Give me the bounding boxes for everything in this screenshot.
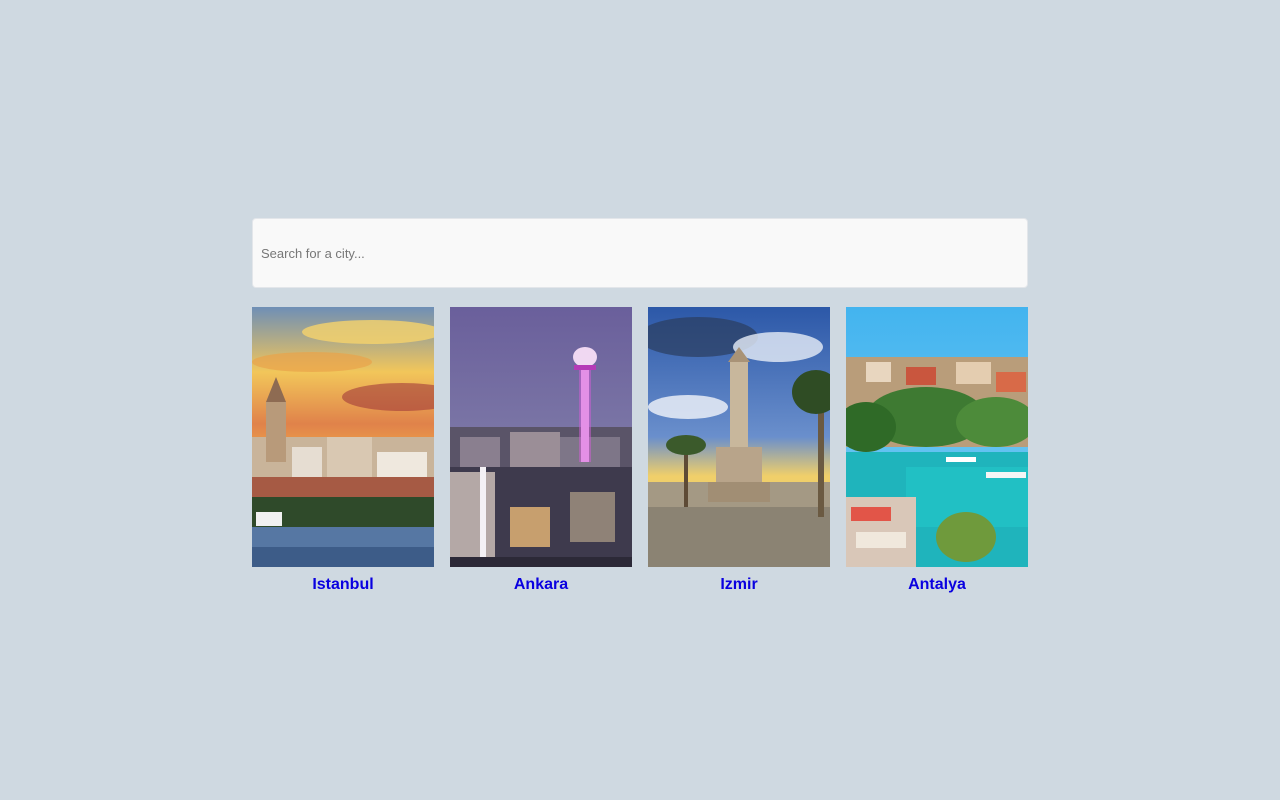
city-name-izmir[interactable]: Izmir xyxy=(720,575,757,594)
city-name-antalya[interactable]: Antalya xyxy=(908,575,966,594)
ankara-photo[interactable] xyxy=(450,307,632,567)
city-search-panel: Istanbul xyxy=(252,218,1028,594)
city-name-istanbul[interactable]: Istanbul xyxy=(312,575,373,594)
city-search-input[interactable] xyxy=(252,218,1028,288)
izmir-photo[interactable] xyxy=(648,307,830,567)
istanbul-photo[interactable] xyxy=(252,307,434,567)
city-card-ankara[interactable]: Ankara xyxy=(450,307,632,594)
city-name-ankara[interactable]: Ankara xyxy=(514,575,568,594)
antalya-photo[interactable] xyxy=(846,307,1028,567)
city-card-istanbul[interactable]: Istanbul xyxy=(252,307,434,594)
city-card-antalya[interactable]: Antalya xyxy=(846,307,1028,594)
city-card-izmir[interactable]: Izmir xyxy=(648,307,830,594)
city-grid: Istanbul Ankara Izmir Antalya xyxy=(252,307,1028,594)
